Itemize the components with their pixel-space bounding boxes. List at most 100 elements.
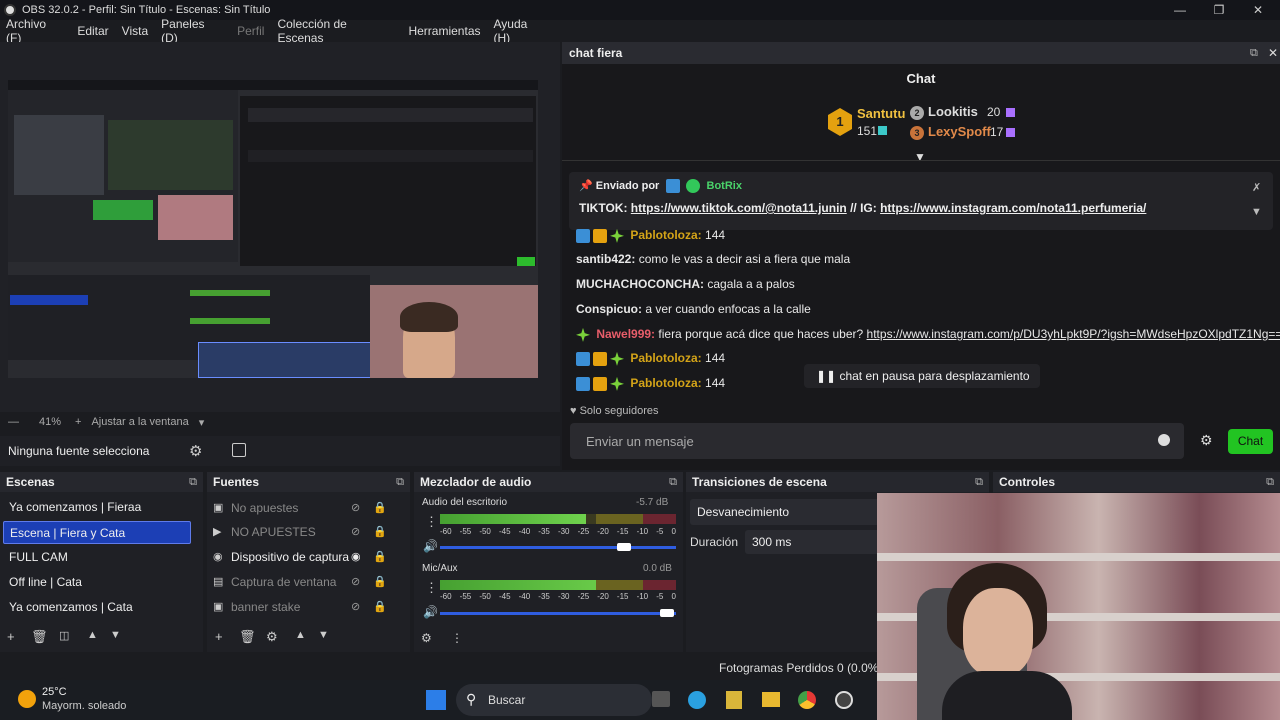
scale-tick: 0 xyxy=(671,592,676,601)
chat-send-button[interactable]: Chat xyxy=(1228,429,1273,454)
volume-knob[interactable] xyxy=(659,609,674,617)
scene-item[interactable]: Ya comenzamos | Cata xyxy=(3,596,191,619)
source-item[interactable]: ▶ NO APUESTES ⊘ 🔒 xyxy=(211,520,401,544)
zoom-out-button[interactable]: — xyxy=(8,416,19,428)
menu-vista[interactable]: Vista xyxy=(122,24,148,38)
popout-icon[interactable]: ⧉ xyxy=(975,472,983,492)
popout-icon[interactable]: ⧉ xyxy=(669,472,677,492)
move-up-icon[interactable]: ▲ xyxy=(295,629,306,641)
lock-icon[interactable]: 🔒 xyxy=(373,520,387,544)
close-button[interactable]: ✕ xyxy=(1238,0,1278,20)
lock-icon[interactable]: 🔒 xyxy=(373,545,387,569)
source-item[interactable]: ▤ Captura de ventana ⊘ 🔒 xyxy=(211,570,401,594)
chat-input[interactable]: Enviar un mensaje xyxy=(570,423,1184,459)
channel-menu-icon[interactable]: ⋮ xyxy=(425,514,438,530)
source-item[interactable]: ◉ Dispositivo de captura ◉ 🔒 xyxy=(211,545,401,569)
chrome-icon[interactable] xyxy=(798,691,816,709)
followers-only-label: Solo seguidores xyxy=(579,405,659,417)
source-item[interactable]: ▣ banner stake ⊘ 🔒 xyxy=(211,595,401,619)
collapse-leaderboard-icon[interactable]: ▼ xyxy=(914,150,926,164)
folder-icon[interactable] xyxy=(762,692,780,707)
taskbar-search[interactable]: ⚲ Buscar xyxy=(456,684,652,716)
zoom-in-button[interactable]: + xyxy=(75,416,81,428)
webcam-overlay xyxy=(877,493,1280,720)
mixer-channel-name: Mic/Aux xyxy=(422,563,458,574)
chat-username[interactable]: Conspicuo: xyxy=(576,302,642,316)
trash-icon[interactable]: 🗑 xyxy=(239,629,256,645)
maximize-button[interactable]: ❐ xyxy=(1199,0,1239,20)
popout-icon[interactable]: ⧉ xyxy=(1250,47,1258,60)
filters-icon[interactable] xyxy=(232,443,246,457)
speaker-icon[interactable]: 🔊 xyxy=(423,539,438,553)
scene-item[interactable]: Ya comenzamos | Fieraa xyxy=(3,496,191,519)
expand-pinned-icon[interactable]: ▼ xyxy=(1251,206,1262,218)
verified-icon xyxy=(686,179,701,194)
chat-link[interactable]: https://www.instagram.com/p/DU3yhLpkt9P/… xyxy=(867,327,1280,341)
unpin-icon[interactable]: ✗ xyxy=(1252,181,1261,194)
task-view-icon[interactable] xyxy=(652,691,670,707)
add-scene-button[interactable]: + xyxy=(7,629,15,644)
preview-canvas[interactable] xyxy=(8,80,538,378)
lock-icon[interactable]: 🔒 xyxy=(373,496,387,520)
move-up-icon[interactable]: ▲ xyxy=(87,629,98,641)
eye-hidden-icon[interactable]: ⊘ xyxy=(351,570,360,594)
eye-hidden-icon[interactable]: ⊘ xyxy=(351,496,360,520)
emoji-icon[interactable] xyxy=(1158,434,1170,446)
move-down-icon[interactable]: ▼ xyxy=(110,629,121,641)
chat-paused-banner[interactable]: ❚❚ chat en pausa para desplazamiento xyxy=(804,364,1040,388)
menu-coleccion[interactable]: Colección de Escenas xyxy=(277,17,395,45)
menu-herramientas[interactable]: Herramientas xyxy=(408,24,480,38)
menu-ayuda[interactable]: Ayuda (H) xyxy=(494,17,547,45)
mixer-menu-icon[interactable]: ⋮ xyxy=(451,631,463,645)
menu-editar[interactable]: Editar xyxy=(77,24,108,38)
edge-icon[interactable] xyxy=(688,691,706,709)
chevron-down-icon[interactable]: ▾ xyxy=(199,416,205,429)
pinned-link-instagram[interactable]: https://www.instagram.com/nota11.perfume… xyxy=(880,201,1146,215)
scene-item-selected[interactable]: Escena | Fiera y Cata xyxy=(3,521,191,544)
minimize-button[interactable]: — xyxy=(1160,0,1200,20)
chat-username[interactable]: MUCHACHOCONCHA: xyxy=(576,277,704,291)
moderator-icon xyxy=(576,228,590,243)
source-item[interactable]: ▣ No apuestes ⊘ 🔒 xyxy=(211,496,401,520)
chat-username[interactable]: santib422: xyxy=(576,252,635,266)
app-icon[interactable] xyxy=(726,691,742,709)
duration-input[interactable]: 300 ms xyxy=(745,530,880,554)
eye-icon[interactable]: ◉ xyxy=(351,545,361,569)
fit-window-label[interactable]: Ajustar a la ventana xyxy=(91,416,188,428)
chat-username[interactable]: Pablotoloza: xyxy=(630,351,701,365)
popout-icon[interactable]: ⧉ xyxy=(1266,472,1274,492)
scene-item[interactable]: Off line | Cata xyxy=(3,571,191,594)
chat-settings-icon[interactable]: ⚙ xyxy=(1200,432,1213,449)
obs-icon[interactable] xyxy=(835,691,853,709)
popout-icon[interactable]: ⧉ xyxy=(189,472,197,492)
chat-username[interactable]: Pablotoloza: xyxy=(630,228,701,242)
menu-archivo[interactable]: Archivo (F) xyxy=(6,17,64,45)
channel-menu-icon[interactable]: ⋮ xyxy=(425,580,438,596)
transition-select[interactable]: Desvanecimiento xyxy=(690,499,880,525)
eye-hidden-icon[interactable]: ⊘ xyxy=(351,520,360,544)
trash-icon[interactable]: 🗑 xyxy=(31,629,48,645)
volume-slider[interactable] xyxy=(440,543,676,551)
pinned-link-tiktok[interactable]: https://www.tiktok.com/@nota11.junin xyxy=(631,201,847,215)
scene-item[interactable]: FULL CAM xyxy=(3,546,191,569)
speaker-icon[interactable]: 🔊 xyxy=(423,605,438,619)
eye-hidden-icon[interactable]: ⊘ xyxy=(351,595,360,619)
lock-icon[interactable]: 🔒 xyxy=(373,570,387,594)
weather-temp: 25°C xyxy=(42,686,67,698)
weather-text: Mayorm. soleado xyxy=(42,700,127,712)
gear-icon[interactable]: ⚙ xyxy=(189,442,202,460)
scene-filters-icon[interactable]: ◫ xyxy=(59,629,69,642)
lock-icon[interactable]: 🔒 xyxy=(373,595,387,619)
chat-username[interactable]: Pablotoloza: xyxy=(630,376,701,390)
move-down-icon[interactable]: ▼ xyxy=(318,629,329,641)
windows-start-icon[interactable] xyxy=(426,690,446,710)
mixer-settings-icon[interactable]: ⚙ xyxy=(421,631,432,645)
add-source-button[interactable]: + xyxy=(215,629,223,644)
close-icon[interactable]: ✕ xyxy=(1268,46,1278,60)
menu-paneles[interactable]: Paneles (D) xyxy=(161,17,224,45)
volume-slider[interactable] xyxy=(440,609,676,617)
chat-username[interactable]: Nawel999: xyxy=(596,327,655,341)
popout-icon[interactable]: ⧉ xyxy=(396,472,404,492)
volume-knob[interactable] xyxy=(617,543,632,551)
gear-icon[interactable]: ⚙ xyxy=(266,629,278,645)
